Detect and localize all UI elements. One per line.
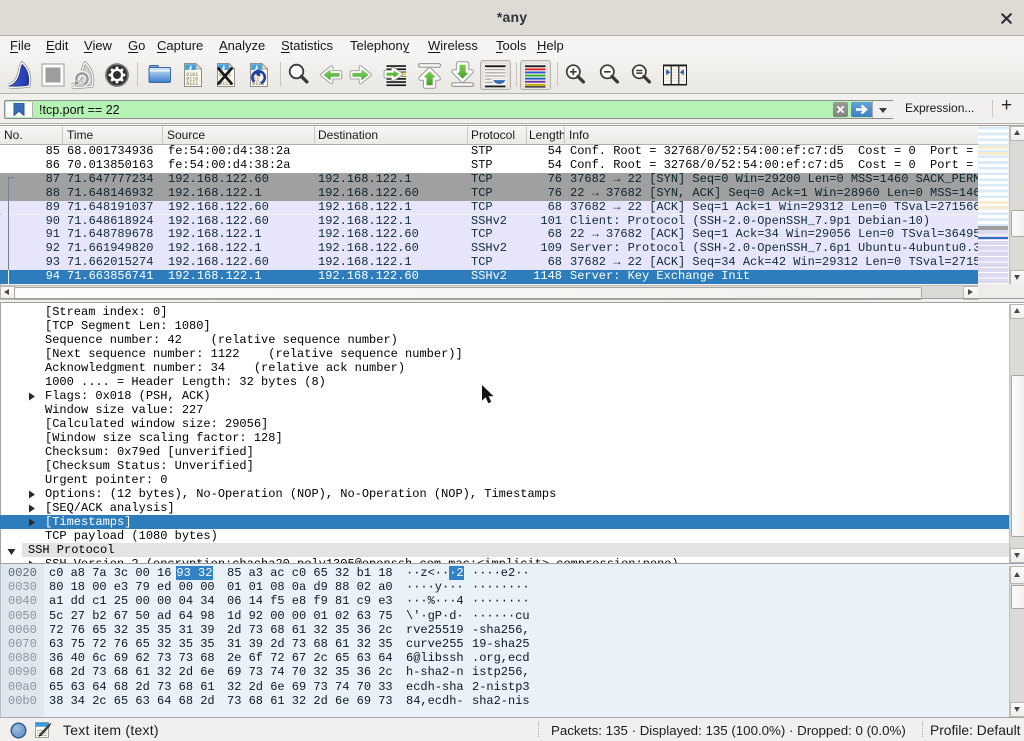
svg-text:0111: 0111 <box>186 81 198 87</box>
